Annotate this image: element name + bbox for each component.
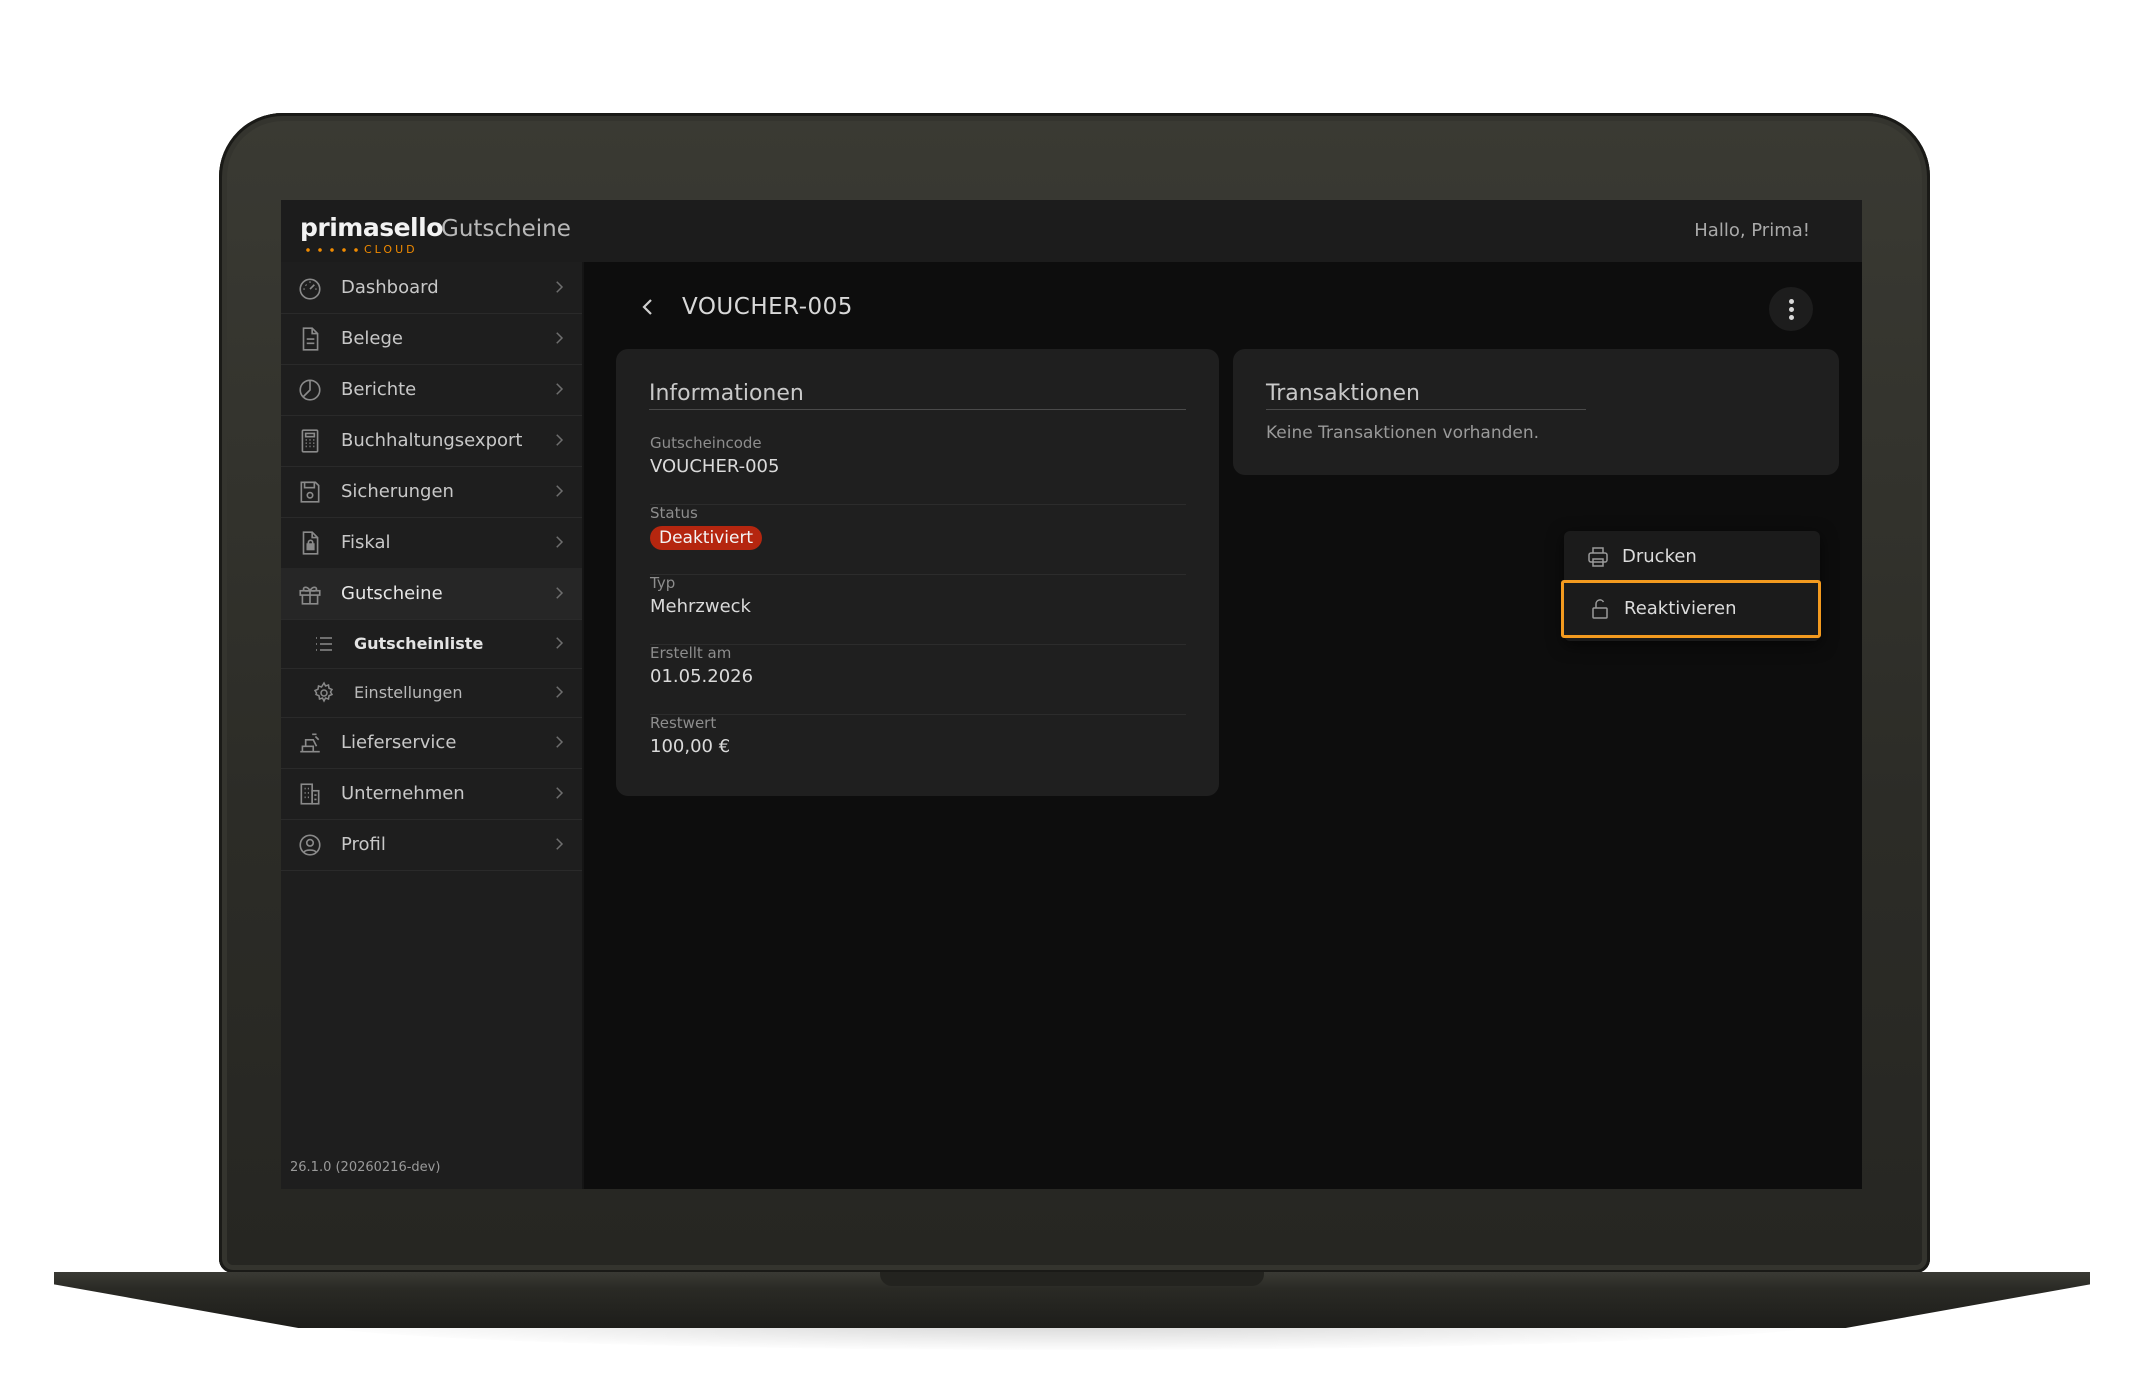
list-icon	[312, 632, 336, 656]
sidebar-item-sicherungen[interactable]: Sicherungen	[281, 466, 582, 518]
menu-item-label: Reaktivieren	[1624, 598, 1737, 619]
sidebar-item-profil[interactable]: Profil	[281, 819, 582, 871]
top-bar: primasello CLOUD Gutscheine Hallo, Prima…	[281, 200, 1862, 263]
divider	[1266, 409, 1586, 410]
user-circle-icon	[297, 832, 323, 858]
chevron-right-icon	[550, 784, 568, 802]
sidebar-subitem-label: Einstellungen	[354, 683, 463, 702]
info-card: Informationen Gutscheincode VOUCHER-005 …	[616, 349, 1219, 796]
field-status: Status Deaktiviert	[650, 504, 1186, 575]
gear-icon	[312, 681, 336, 705]
field-label: Restwert	[650, 714, 717, 732]
field-type: Typ Mehrzweck	[650, 574, 1186, 645]
sidebar-item-label: Gutscheine	[341, 583, 443, 604]
chevron-right-icon	[550, 683, 568, 701]
more-options-button[interactable]	[1769, 287, 1813, 331]
sidebar-item-buchhaltungsexport[interactable]: Buchhaltungsexport	[281, 415, 582, 467]
logo-sub: CLOUD	[364, 243, 418, 256]
chevron-right-icon	[550, 533, 568, 551]
status-badge: Deaktiviert	[650, 526, 763, 550]
chevron-right-icon	[550, 733, 568, 751]
app-screen: primasello CLOUD Gutscheine Hallo, Prima…	[281, 200, 1862, 1189]
sidebar-item-label: Berichte	[341, 379, 417, 400]
chevron-right-icon	[550, 634, 568, 652]
sidebar-item-label: Dashboard	[341, 277, 439, 298]
transactions-card-title: Transaktionen	[1266, 381, 1420, 406]
app-title: Gutscheine	[441, 216, 571, 242]
main-content: VOUCHER-005 Informationen Gutscheincode …	[584, 262, 1862, 1189]
sidebar-subitem-gutscheinliste[interactable]: Gutscheinliste	[281, 619, 582, 669]
pie-chart-icon	[297, 377, 323, 403]
kebab-dot	[1789, 299, 1794, 304]
sidebar-item-belege[interactable]: Belege	[281, 313, 582, 365]
sidebar-item-gutscheine[interactable]: Gutscheine	[281, 568, 582, 620]
field-created: Erstellt am 01.05.2026	[650, 644, 1186, 715]
chevron-right-icon	[550, 584, 568, 602]
printer-icon	[1586, 545, 1610, 569]
sidebar-item-unternehmen[interactable]: Unternehmen	[281, 768, 582, 820]
chevron-right-icon	[550, 380, 568, 398]
field-label: Typ	[650, 574, 676, 592]
page-title: VOUCHER-005	[682, 294, 853, 320]
unlock-icon	[1588, 597, 1612, 621]
field-voucher-code: Gutscheincode VOUCHER-005	[650, 434, 1186, 505]
sidebar-item-fiskal[interactable]: Fiskal	[281, 517, 582, 569]
calculator-icon	[297, 428, 323, 454]
field-value: Mehrzweck	[650, 596, 751, 617]
chevron-left-icon	[642, 299, 652, 315]
menu-item-print[interactable]: Drucken	[1564, 531, 1820, 583]
menu-item-label: Drucken	[1622, 546, 1697, 567]
menu-item-reactivate[interactable]: Reaktivieren	[1561, 580, 1821, 638]
info-card-title: Informationen	[649, 381, 804, 406]
sidebar-item-dashboard[interactable]: Dashboard	[281, 262, 582, 314]
building-icon	[297, 781, 323, 807]
back-button[interactable]	[636, 295, 660, 319]
field-value: VOUCHER-005	[650, 456, 780, 477]
chevron-right-icon	[550, 329, 568, 347]
field-label: Gutscheincode	[650, 434, 762, 452]
divider	[649, 409, 1186, 410]
app-version: 26.1.0 (20260216-dev)	[290, 1160, 441, 1175]
sidebar-item-label: Unternehmen	[341, 783, 465, 804]
sidebar-item-label: Lieferservice	[341, 732, 457, 753]
transactions-card: Transaktionen Keine Transaktionen vorhan…	[1233, 349, 1839, 475]
gauge-icon	[297, 275, 323, 301]
field-remaining-value: Restwert 100,00 €	[650, 714, 1186, 784]
sidebar-item-label: Belege	[341, 328, 403, 349]
logo-dots	[302, 248, 358, 252]
delivery-icon	[297, 730, 323, 756]
save-icon	[297, 479, 323, 505]
chevron-right-icon	[550, 431, 568, 449]
sidebar-subitem-einstellungen[interactable]: Einstellungen	[281, 668, 582, 718]
sidebar-item-berichte[interactable]: Berichte	[281, 364, 582, 416]
field-value: 01.05.2026	[650, 666, 754, 687]
gift-icon	[297, 581, 323, 607]
sidebar-item-label: Buchhaltungsexport	[341, 430, 523, 451]
sidebar-item-label: Profil	[341, 834, 386, 855]
kebab-dot	[1789, 307, 1794, 312]
sidebar-item-label: Sicherungen	[341, 481, 454, 502]
document-lock-icon	[297, 530, 323, 556]
field-label: Erstellt am	[650, 644, 732, 662]
chevron-right-icon	[550, 835, 568, 853]
sidebar-item-label: Fiskal	[341, 532, 391, 553]
logo-word: primasello	[300, 213, 443, 242]
chevron-right-icon	[550, 482, 568, 500]
sidebar: Dashboard Belege Berichte Buchhaltungsex…	[281, 262, 584, 1189]
sidebar-subitem-label: Gutscheinliste	[354, 634, 484, 653]
chevron-right-icon	[550, 278, 568, 296]
laptop-notch	[880, 1272, 1264, 1286]
options-menu: Drucken Reaktivieren	[1561, 531, 1821, 641]
empty-state-text: Keine Transaktionen vorhanden.	[1266, 423, 1540, 443]
field-value: 100,00 €	[650, 736, 731, 757]
kebab-dot	[1789, 315, 1794, 320]
sidebar-item-lieferservice[interactable]: Lieferservice	[281, 717, 582, 769]
primasello-logo[interactable]: primasello CLOUD	[300, 213, 443, 256]
field-label: Status	[650, 504, 698, 522]
user-greeting[interactable]: Hallo, Prima!	[1694, 220, 1810, 241]
document-icon	[297, 326, 323, 352]
